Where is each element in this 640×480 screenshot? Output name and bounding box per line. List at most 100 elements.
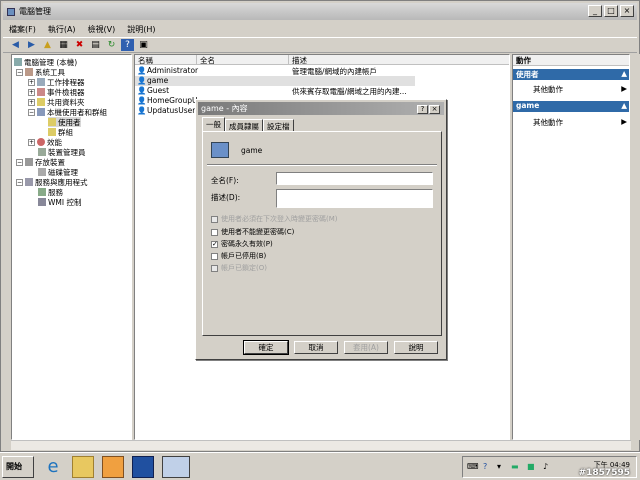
menu-bar: 檔案(F) 執行(A) 檢視(V) 說明(H) (3, 22, 162, 36)
more-actions-game[interactable]: 其他動作 ▶ (513, 117, 629, 127)
account-disabled-checkbox[interactable]: 帳戶已停用(B) (211, 251, 266, 261)
collapse-arrow-icon[interactable]: ▲ (621, 101, 627, 110)
explorer-folder-icon[interactable] (72, 456, 94, 478)
fullname-field[interactable] (276, 172, 433, 185)
collapse-arrow-icon[interactable]: ▲ (621, 69, 627, 78)
dialog-close-button[interactable]: × (429, 105, 440, 114)
tree-item-device-manager[interactable]: 裝置管理員 (38, 147, 86, 157)
tree-item-computer-management[interactable]: 電腦管理 (本機) (14, 57, 77, 67)
tree-item-services-apps[interactable]: − 服務與應用程式 (16, 177, 88, 187)
user-icon: 👤 (137, 66, 147, 75)
password-never-expires-checkbox[interactable]: ✓ 密碼永久有效(P) (211, 239, 273, 249)
cancel-button[interactable]: 取消 (294, 341, 338, 354)
tree-item-wmi-control[interactable]: WMI 控制 (38, 197, 81, 207)
tree-item-services[interactable]: 服務 (38, 187, 63, 197)
menu-file[interactable]: 檔案(F) (3, 22, 42, 36)
tree-item-users[interactable]: 使用者 (48, 117, 81, 127)
expand-icon[interactable]: + (28, 98, 35, 106)
internet-explorer-icon[interactable]: e (42, 456, 64, 478)
actions-section-users[interactable]: 使用者 ▲ (513, 69, 629, 80)
account-locked-checkbox[interactable]: 帳戶已鎖定(O) (211, 263, 267, 273)
save-disk-icon[interactable] (132, 456, 154, 478)
keyboard-icon[interactable]: ⌨ (467, 462, 479, 471)
tree-item-event-viewer[interactable]: + 事件檢視器 (28, 87, 85, 97)
tab-profile[interactable]: 設定檔 (263, 119, 294, 131)
tree-item-performance[interactable]: + 效能 (28, 137, 62, 147)
dialog-help-button[interactable]: ? (417, 105, 428, 114)
description-label: 描述(D): (211, 193, 241, 202)
column-header-description[interactable]: 描述 (289, 55, 509, 65)
back-icon[interactable]: ◀ (9, 39, 22, 51)
services-icon (38, 188, 46, 196)
tree-item-shared-folders[interactable]: + 共用資料夾 (28, 97, 85, 107)
tree-item-storage[interactable]: − 存放裝置 (16, 157, 65, 167)
actions-pane: 動作 使用者 ▲ 其他動作 ▶ game ▲ 其他動作 ▶ (512, 54, 630, 440)
ok-button[interactable]: 確定 (243, 340, 289, 355)
dialog-title-bar[interactable]: game - 內容 ? × (198, 102, 444, 115)
user-icon: 👤 (137, 106, 147, 115)
tree-item-groups[interactable]: 群組 (48, 127, 73, 137)
more-actions-users[interactable]: 其他動作 ▶ (513, 84, 629, 94)
battery-icon[interactable]: ■ (527, 462, 535, 471)
network-icon[interactable]: ▬ (511, 462, 519, 471)
minimize-button[interactable]: _ (588, 5, 602, 17)
show-hide-tree-icon[interactable]: ▦ (57, 39, 70, 51)
tree-item-system-tools[interactable]: − 系統工具 (16, 67, 65, 77)
up-folder-icon[interactable]: ▲ (41, 39, 54, 51)
help-button[interactable]: 說明 (394, 341, 438, 354)
refresh-icon[interactable]: ↻ (105, 39, 118, 51)
apply-button[interactable]: 套用(A) (344, 341, 388, 354)
submenu-arrow-icon: ▶ (621, 117, 627, 126)
horizontal-scrollbar[interactable] (11, 440, 631, 450)
media-player-icon[interactable] (102, 456, 124, 478)
must-change-password-checkbox[interactable]: 使用者必須在下次登入時變更密碼(M) (211, 214, 338, 224)
expand-icon[interactable]: + (28, 138, 35, 146)
menu-view[interactable]: 檢視(V) (82, 22, 122, 36)
forward-icon[interactable]: ▶ (25, 39, 38, 51)
expand-icon[interactable]: + (28, 78, 35, 86)
tree-item-local-users-groups[interactable]: − 本機使用者和群組 (28, 107, 107, 117)
collapse-icon[interactable]: − (16, 158, 23, 166)
maximize-button[interactable]: □ (604, 5, 618, 17)
table-row[interactable]: 👤 Administrator 管理電腦/網域的內建帳戶 (135, 66, 509, 76)
help-icon[interactable]: ? (121, 39, 134, 51)
menu-action[interactable]: 執行(A) (42, 22, 82, 36)
device-manager-icon (38, 148, 46, 156)
cannot-change-password-checkbox[interactable]: 使用者不能變更密碼(C) (211, 227, 294, 237)
actions-title: 動作 (513, 55, 629, 66)
title-bar[interactable]: 電腦管理 _ □ × (3, 3, 637, 20)
tree-item-task-scheduler[interactable]: + 工作排程器 (28, 77, 85, 87)
tree-item-disk-management[interactable]: 磁碟管理 (38, 167, 78, 177)
start-button[interactable]: 開始 (2, 456, 34, 478)
view-icon[interactable]: ▣ (137, 39, 150, 51)
dialog-tabs: 一般 成員隸屬 設定檔 (202, 117, 294, 131)
wmi-icon (38, 198, 46, 206)
actions-section-game[interactable]: game ▲ (513, 101, 629, 112)
column-header-name[interactable]: 名稱 (135, 55, 197, 65)
collapse-icon[interactable]: − (28, 108, 35, 116)
tab-member-of[interactable]: 成員隸屬 (225, 119, 263, 131)
help-icon[interactable]: ? (483, 462, 487, 471)
table-row[interactable]: 👤 Guest 供來賓存取電腦/網域之用的內建... (135, 86, 509, 96)
vertical-scrollbar[interactable] (632, 54, 640, 440)
computer-management-taskbar-button[interactable] (162, 456, 190, 478)
disk-icon (38, 168, 46, 176)
table-row[interactable]: 👤 game (135, 76, 415, 86)
tab-general[interactable]: 一般 (202, 117, 225, 131)
description-field[interactable] (276, 189, 433, 208)
window-title: 電腦管理 (19, 7, 51, 16)
collapse-icon[interactable]: − (16, 178, 23, 186)
user-icon: 👤 (137, 86, 147, 95)
properties-icon[interactable]: ▤ (89, 39, 102, 51)
general-tab-panel: game 全名(F): 描述(D): 使用者必須在下次登入時變更密碼(M) 使用… (202, 131, 442, 336)
user-icon (211, 142, 229, 158)
delete-icon[interactable]: ✖ (73, 39, 86, 51)
menu-help[interactable]: 說明(H) (121, 22, 161, 36)
collapse-icon[interactable]: − (16, 68, 23, 76)
volume-icon[interactable]: ♪ (543, 462, 548, 471)
submenu-arrow-icon: ▶ (621, 84, 627, 93)
column-header-fullname[interactable]: 全名 (197, 55, 289, 65)
expand-icon[interactable]: + (28, 88, 35, 96)
close-button[interactable]: × (620, 5, 634, 17)
chevron-down-icon[interactable]: ▾ (497, 462, 501, 471)
